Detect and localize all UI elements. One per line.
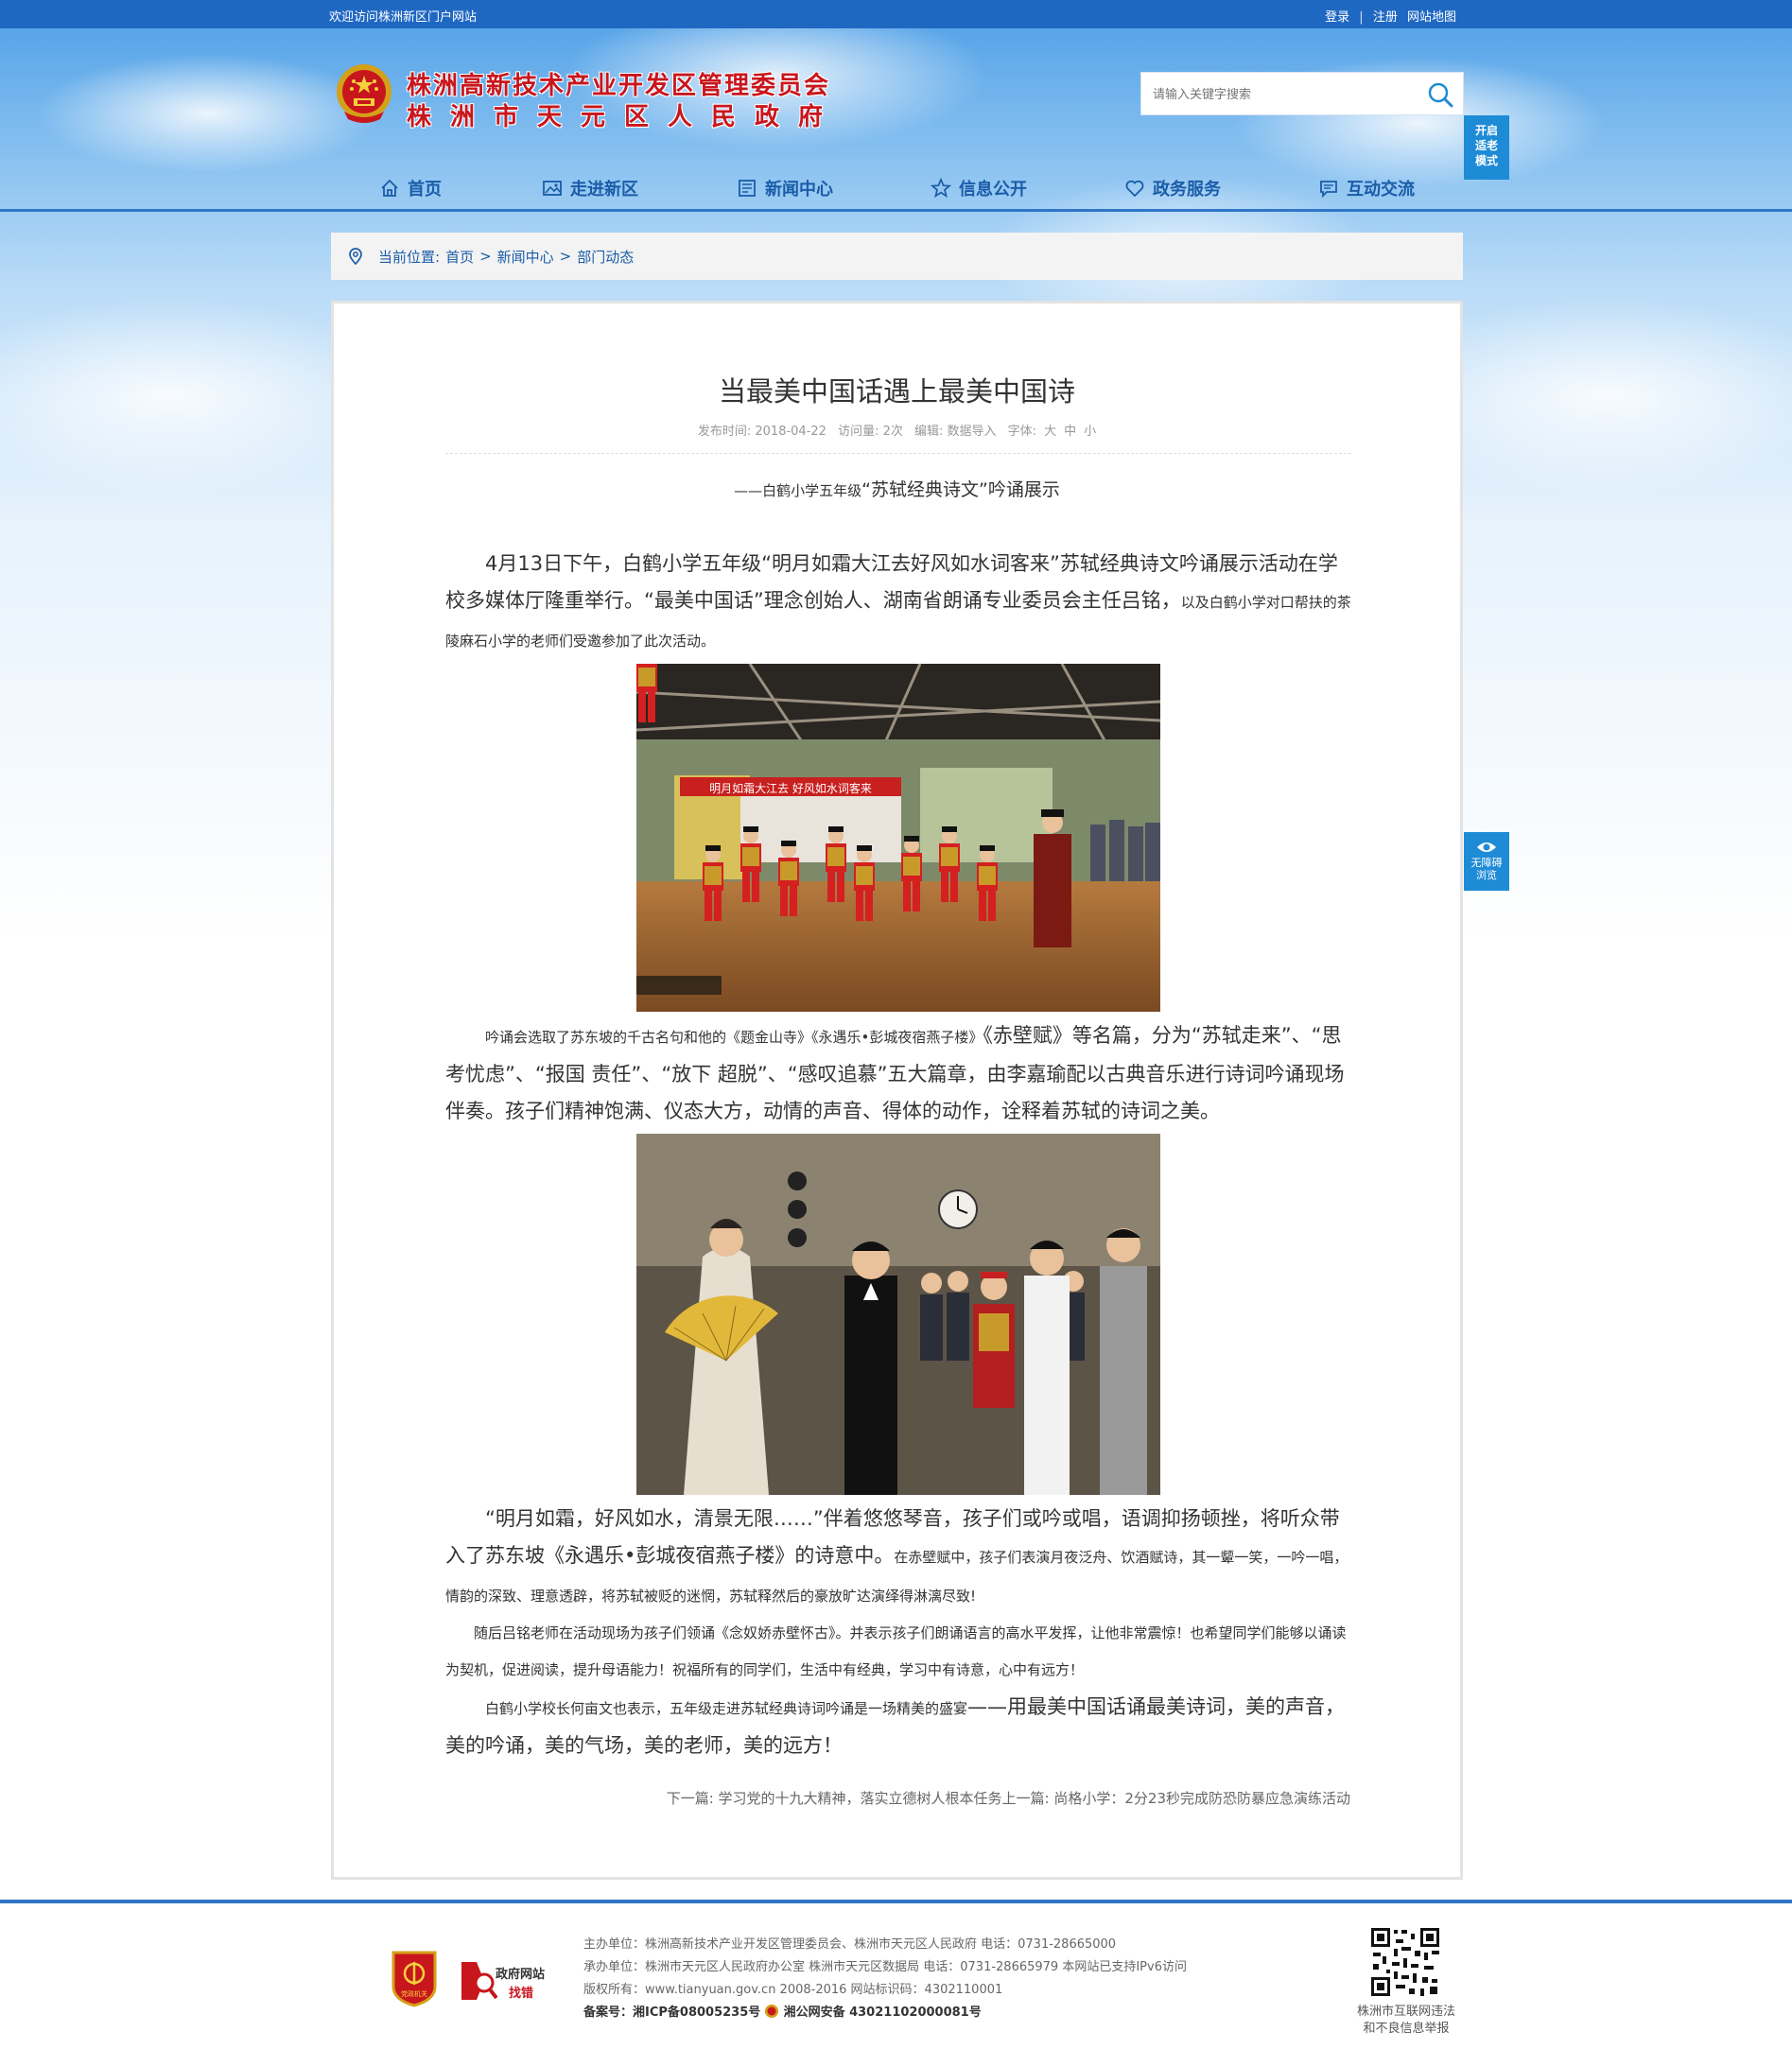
search-icon[interactable] (1427, 81, 1453, 108)
nav-item-disclosure[interactable]: 信息公开 (931, 176, 1027, 200)
org-title-line2: 株洲市天元区人民政府 (407, 103, 843, 131)
elder-mode-text-1: 开启 (1474, 124, 1498, 137)
gov-site-error-report-badge[interactable]: 政府网站 找错 (460, 1958, 554, 2002)
article-photo-1: 明月如霜大江去 好风如水词客来 (636, 664, 1160, 1012)
qr-caption-1: 株洲市互联网违法 (1356, 2005, 1455, 2019)
police-record-link[interactable]: 湘公网安备 43021102000081号 (784, 2006, 982, 2020)
nav-item-home[interactable]: 首页 (379, 176, 442, 200)
home-icon (381, 179, 398, 197)
font-small-button[interactable]: 小 (1084, 425, 1096, 439)
footer-info: 主办单位：株洲高新技术产业开发区管理委员会、株洲市天元区人民政府 电话：0731… (583, 1934, 1187, 2024)
chat-icon (1320, 181, 1337, 199)
breadcrumb-home[interactable]: 首页 (445, 247, 474, 267)
search-input[interactable] (1153, 82, 1418, 107)
recitation-image (636, 1134, 1160, 1495)
newspaper-icon (739, 180, 756, 197)
subtitle-prefix: ——白鹤小学五年级 (734, 482, 862, 499)
paragraph-1: 4月13日下午，白鹤小学五年级“明月如霜大江去好风如水词客来”苏轼经典诗文吟诵展… (445, 546, 1351, 660)
stage-performance-image: 明月如霜大江去 好风如水词客来 (636, 664, 1160, 1012)
paragraph-5-head: 白鹤小学校长何亩文也表示，五年级走进苏轼经典诗词吟诵是一场精美的盛宴 (485, 1700, 968, 1717)
prev-article-link[interactable]: 尚格小学：2分23秒完成防恐防暴应急演练活动 (1053, 1790, 1350, 1807)
qr-caption-2: 和不良信息举报 (1363, 2022, 1450, 2036)
article-body: 4月13日下午，白鹤小学五年级“明月如霜大江去好风如水词客来”苏轼经典诗文吟诵展… (445, 546, 1351, 1764)
font-size-label: 字体: (1007, 425, 1037, 439)
nav-label: 政务服务 (1153, 180, 1221, 200)
national-emblem-icon[interactable] (335, 62, 393, 125)
paragraph-5: 白鹤小学校长何亩文也表示，五年级走进苏轼经典诗词吟诵是一场精美的盛宴——用最美中… (445, 1689, 1351, 1764)
footer-record: 备案号：湘ICP备08005235号 湘公网安备 43021102000081号 (583, 2002, 1187, 2024)
accessibility-button[interactable]: 无障碍 浏览 (1464, 832, 1509, 891)
subtitle-main: “苏轼经典诗文”吟诵展示 (861, 479, 1060, 500)
article-subtitle: ——白鹤小学五年级“苏轼经典诗文”吟诵展示 (334, 476, 1460, 501)
register-link[interactable]: 注册 (1373, 10, 1398, 25)
nav-label: 首页 (408, 180, 442, 200)
footer: 党政机关 政府网站 找错 主办单位：株洲高新技术产业开发区管理委员会、株洲市天元… (0, 1903, 1792, 2049)
search-box (1140, 72, 1464, 115)
nav-divider (0, 209, 1792, 212)
breadcrumb-news[interactable]: 新闻中心 (497, 247, 554, 267)
article-meta: 发布时间: 2018-04-22 访问量: 2次 编辑: 数据导入 字体: 大中小 (334, 421, 1460, 439)
nav-item-interaction[interactable]: 互动交流 (1318, 176, 1415, 200)
footer-organizer: 承办单位：株洲市天元区人民政府办公室 株洲市天元区数据局 电话：0731-286… (583, 1960, 1187, 1974)
publish-time: 发布时间: 2018-04-22 (697, 425, 826, 439)
breadcrumb-prefix: 当前位置: (378, 248, 441, 266)
party-government-badge-icon[interactable]: 党政机关 (390, 1949, 439, 2007)
meta-divider (445, 453, 1351, 454)
paragraph-2-head: 吟诵会选取了苏东坡的千古名句和他的《题金山寺》《永遇乐•彭城夜宿燕子楼》 (485, 1029, 983, 1046)
star-icon (931, 178, 951, 199)
police-badge-icon (765, 2005, 779, 2018)
top-bar: 欢迎访问株洲新区门户网站 登录 | 注册 网站地图 (0, 0, 1792, 28)
article-photo-2 (636, 1134, 1160, 1495)
location-pin-icon (349, 248, 362, 266)
icp-link[interactable]: 备案号：湘ICP备08005235号 (583, 2006, 760, 2020)
org-title-line1: 株洲高新技术产业开发区管理委员会 (407, 72, 831, 100)
heart-icon (1125, 180, 1144, 198)
gov-site-text: 政府网站 (496, 1968, 546, 1982)
paragraph-4: 随后吕铭老师在活动现场为孩子们领诵《念奴娇赤壁怀古》。并表示孩子们朗诵语言的高水… (445, 1624, 1347, 1678)
top-links: 登录 | 注册 网站地图 (1322, 7, 1459, 25)
party-badge-text: 党政机关 (401, 1989, 427, 1998)
nav-label: 信息公开 (959, 180, 1027, 200)
view-count: 访问量: 2次 (838, 425, 903, 439)
article-pagination: 下一篇: 学习党的十九大精神，落实立德树人根本任务上一篇: 尚格小学：2分23秒… (667, 1788, 1350, 1808)
next-article-link[interactable]: 学习党的十九大精神，落实立德树人根本任务 (719, 1790, 1002, 1807)
breadcrumb-current[interactable]: 部门动态 (577, 247, 634, 267)
font-large-button[interactable]: 大 (1044, 425, 1056, 439)
link-separator: | (1359, 10, 1364, 25)
next-label: 下一篇: (666, 1790, 719, 1807)
eye-icon (1477, 842, 1496, 852)
article-title: 当最美中国话遇上最美中国诗 (718, 375, 1075, 408)
qr-code-icon[interactable] (1369, 1926, 1441, 1998)
article-card: 当最美中国话遇上最美中国诗 发布时间: 2018-04-22 访问量: 2次 编… (331, 301, 1463, 1880)
magnifier-icon (461, 1962, 498, 2000)
banner-text: 明月如霜大江去 好风如水词客来 (709, 781, 872, 795)
nav-label: 新闻中心 (765, 180, 833, 200)
footer-copyright: 版权所有：www.tianyuan.gov.cn 2008-2016 网站标识码… (583, 1983, 1003, 1997)
qr-caption: 株洲市互联网违法 和不良信息举报 (1343, 2004, 1470, 2038)
nav-item-news[interactable]: 新闻中心 (737, 176, 833, 200)
nav-label: 互动交流 (1347, 180, 1415, 200)
accessibility-text-2: 浏览 (1476, 869, 1497, 881)
nav-label: 走进新区 (570, 180, 638, 200)
accessibility-text-1: 无障碍 (1470, 857, 1503, 869)
prev-label: 上一篇: (1001, 1790, 1054, 1807)
error-report-text: 找错 (509, 1987, 534, 2001)
footer-host: 主办单位：株洲高新技术产业开发区管理委员会、株洲市天元区人民政府 电话：0731… (583, 1937, 1117, 1952)
paragraph-2: 吟诵会选取了苏东坡的千古名句和他的《题金山寺》《永遇乐•彭城夜宿燕子楼》《赤壁赋… (445, 1017, 1351, 1130)
editor: 编辑: 数据导入 (914, 425, 997, 439)
main-nav: 首页 走进新区 新闻中心 信息公开 政务服务 互动交流 (0, 166, 1792, 212)
breadcrumb-sep: > (479, 248, 492, 265)
sitemap-link[interactable]: 网站地图 (1407, 10, 1456, 25)
paragraph-3: “明月如霜，好风如水，清景无限……”伴着悠悠琴音，孩子们或吟或唱，语调抑扬顿挫，… (445, 1501, 1351, 1615)
font-mid-button[interactable]: 中 (1064, 425, 1076, 439)
breadcrumb: 当前位置: 首页 > 新闻中心 > 部门动态 (331, 233, 1463, 280)
picture-icon (543, 181, 562, 196)
elder-mode-text-2: 适老 (1474, 139, 1498, 152)
breadcrumb-sep: > (559, 248, 572, 265)
welcome-text: 欢迎访问株洲新区门户网站 (329, 10, 478, 25)
login-link[interactable]: 登录 (1325, 10, 1349, 25)
nav-item-service[interactable]: 政务服务 (1124, 176, 1221, 200)
nav-item-about[interactable]: 走进新区 (542, 176, 638, 200)
